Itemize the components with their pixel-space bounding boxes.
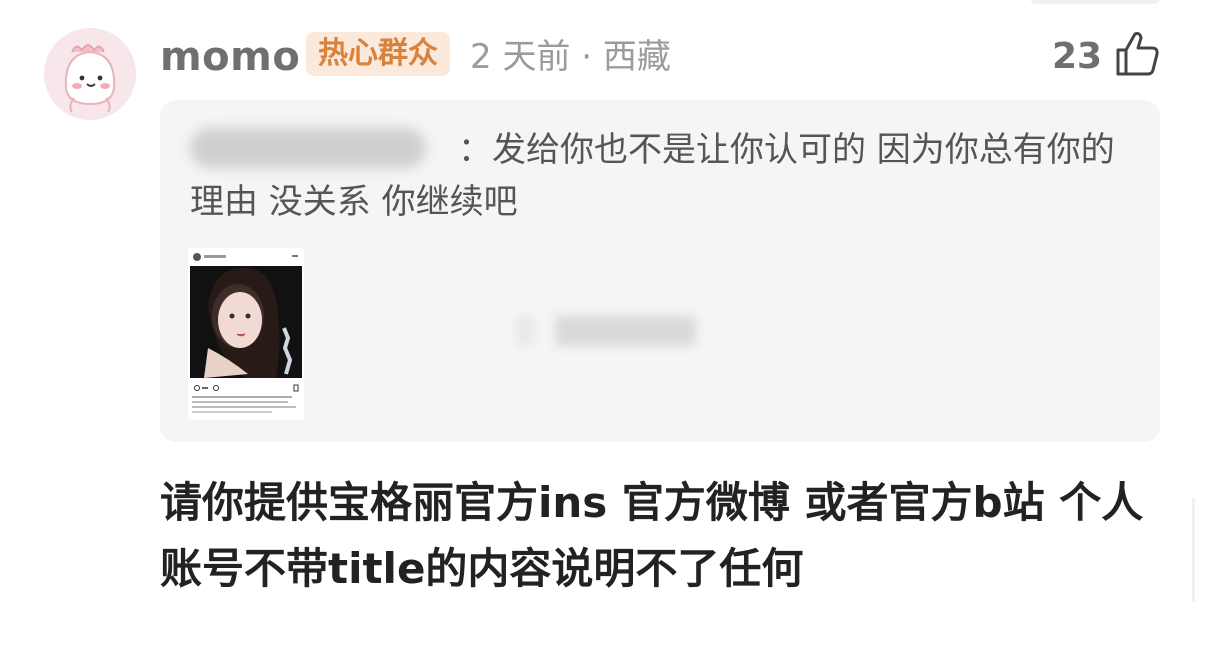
scrollbar[interactable] [1192, 498, 1195, 602]
comment-body: 请你提供宝格丽官方ins 官方微博 或者官方b站 个人账号不带title的内容说… [160, 478, 1144, 593]
cartoon-avatar-icon [44, 28, 136, 120]
username[interactable]: momo [160, 30, 300, 84]
quoted-text: ：发给你也不是让你认可的 因为你总有你的理由 没关系 你继续吧 [190, 130, 1115, 222]
quoted-image-thumbnail[interactable] [188, 248, 304, 420]
like-count: 23 [1052, 36, 1103, 77]
thumbs-up-icon[interactable] [1112, 28, 1164, 80]
comment-meta: 2 天前 · 西藏 [470, 37, 671, 77]
quoted-reply[interactable]: ：发给你也不是让你认可的 因为你总有你的理由 没关系 你继续吧 [160, 100, 1160, 442]
blurred-link-text [516, 316, 696, 346]
user-badge: 热心群众 [306, 32, 450, 76]
avatar[interactable] [44, 28, 136, 120]
top-divider-hint [1030, 0, 1160, 4]
